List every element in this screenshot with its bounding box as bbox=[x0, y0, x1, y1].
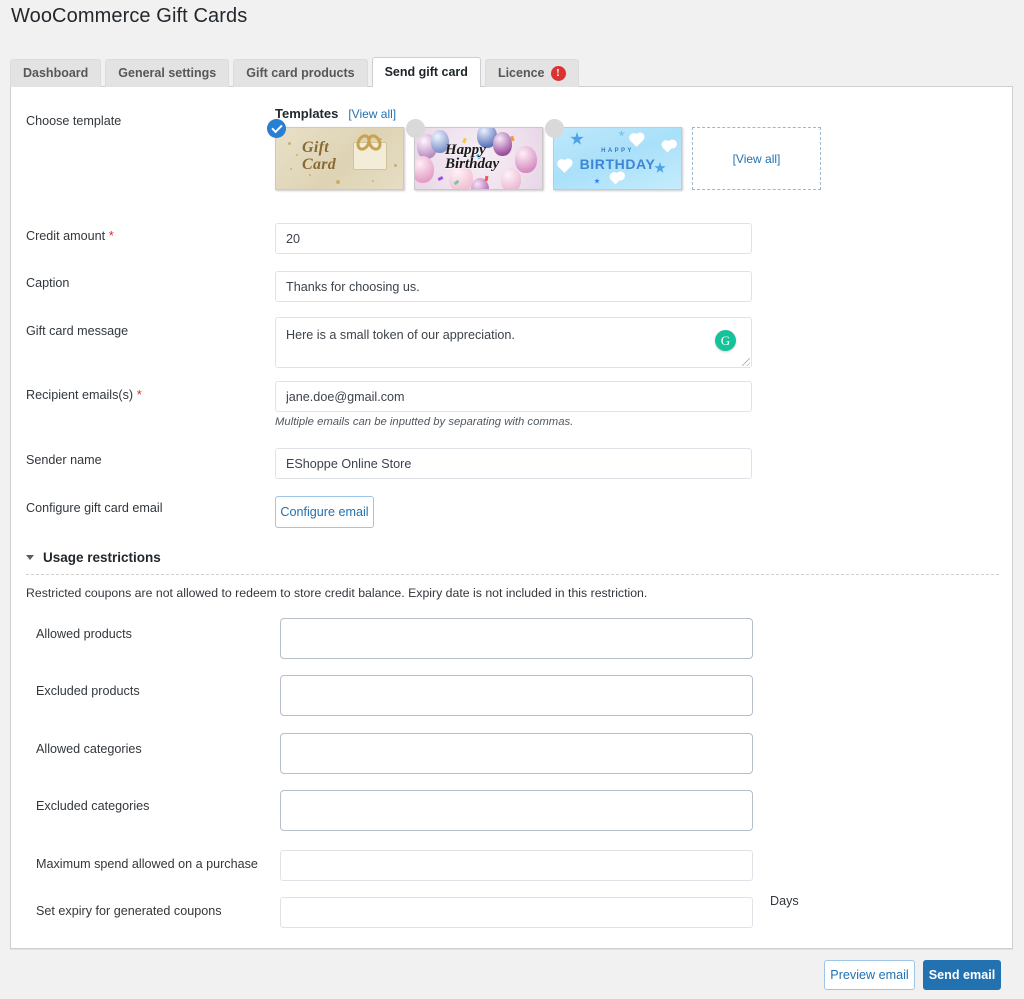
page-title: WooCommerce Gift Cards bbox=[11, 5, 248, 27]
heart-icon bbox=[610, 174, 621, 185]
send-email-button[interactable]: Send email bbox=[923, 960, 1001, 990]
template-thumbnail: Happy Birthday bbox=[415, 128, 542, 189]
tab-bar: Dashboard General settings Gift card pro… bbox=[10, 57, 579, 87]
preview-email-button[interactable]: Preview email bbox=[824, 960, 915, 990]
heart-icon bbox=[630, 134, 643, 147]
template-title-small: HAPPY bbox=[601, 148, 634, 154]
template-title-large: BIRTHDAY bbox=[579, 156, 656, 172]
allowed-categories-input[interactable] bbox=[280, 733, 753, 774]
template-view-all-box[interactable]: [View all] bbox=[692, 127, 821, 190]
templates-view-all-link[interactable]: [View all] bbox=[348, 107, 396, 121]
caption-label: Caption bbox=[26, 276, 70, 290]
resize-handle[interactable] bbox=[742, 358, 750, 366]
template-thumbnail: Gift Card bbox=[276, 128, 403, 189]
templates-heading: Templates bbox=[275, 106, 339, 121]
gift-card-message-textarea[interactable]: Here is a small token of our appreciatio… bbox=[275, 317, 752, 368]
set-expiry-input[interactable] bbox=[280, 897, 753, 928]
required-marker: * bbox=[133, 387, 142, 402]
credit-amount-label: Credit amount * bbox=[26, 227, 114, 246]
excluded-categories-label: Excluded categories bbox=[36, 799, 150, 813]
label-text: Credit amount bbox=[26, 229, 106, 243]
recipient-emails-input[interactable] bbox=[275, 381, 752, 412]
gift-box-icon bbox=[353, 142, 387, 170]
tab-label: General settings bbox=[118, 66, 217, 81]
template-title: Happy Birthday bbox=[445, 142, 500, 173]
recipient-emails-hint: Multiple emails can be inputted by separ… bbox=[275, 416, 574, 428]
tab-licence[interactable]: Licence ! bbox=[484, 59, 579, 87]
usage-restrictions-header[interactable]: Usage restrictions bbox=[26, 550, 161, 565]
chevron-down-icon[interactable] bbox=[26, 555, 34, 560]
template-option-happy-birthday-blue[interactable]: HAPPY BIRTHDAY bbox=[545, 119, 682, 190]
template-option-happy-birthday-balloons[interactable]: Happy Birthday bbox=[406, 119, 543, 190]
unselected-circle-icon bbox=[545, 119, 564, 138]
alert-icon: ! bbox=[550, 66, 566, 81]
set-expiry-label: Set expiry for generated coupons bbox=[36, 904, 222, 918]
configure-email-button[interactable]: Configure email bbox=[275, 496, 374, 528]
tab-send-gift-card[interactable]: Send gift card bbox=[371, 57, 481, 87]
tab-general-settings[interactable]: General settings bbox=[105, 59, 230, 87]
footer-bar: Preview email Send email bbox=[10, 949, 1013, 999]
template-option-gift-card-beige[interactable]: Gift Card bbox=[267, 119, 404, 190]
allowed-products-label: Allowed products bbox=[36, 627, 132, 641]
tab-label: Send gift card bbox=[384, 65, 468, 80]
caption-input[interactable] bbox=[275, 271, 752, 302]
gift-card-message-label: Gift card message bbox=[26, 324, 129, 338]
view-all-label: [View all] bbox=[732, 151, 781, 166]
usage-restrictions-note: Restricted coupons are not allowed to re… bbox=[26, 586, 648, 600]
allowed-categories-label: Allowed categories bbox=[36, 742, 142, 756]
admin-page: WooCommerce Gift Cards Dashboard General… bbox=[0, 0, 1024, 999]
section-divider bbox=[26, 574, 999, 575]
excluded-categories-input[interactable] bbox=[280, 790, 753, 831]
configure-email-label: Configure gift card email bbox=[26, 501, 163, 515]
template-thumbnail: HAPPY BIRTHDAY bbox=[554, 128, 681, 189]
tab-label: Dashboard bbox=[23, 66, 89, 81]
tab-label: Gift card products bbox=[246, 66, 355, 81]
expiry-days-suffix: Days bbox=[770, 894, 799, 908]
tab-label: Licence bbox=[497, 66, 545, 81]
template-title-line1: Gift bbox=[302, 139, 329, 156]
maximum-spend-label: Maximum spend allowed on a purchase bbox=[36, 857, 258, 871]
label-text: Recipient emails(s) bbox=[26, 388, 134, 402]
credit-amount-input[interactable] bbox=[275, 223, 752, 254]
unselected-circle-icon bbox=[406, 119, 425, 138]
required-marker: * bbox=[105, 228, 114, 243]
template-strip: Gift Card Happy Birthday HAPPY BIRTHDAY … bbox=[267, 119, 821, 190]
recipient-emails-label: Recipient emails(s) * bbox=[26, 386, 142, 405]
grammarly-icon[interactable]: G bbox=[715, 330, 736, 351]
tab-dashboard[interactable]: Dashboard bbox=[10, 59, 102, 87]
choose-template-label: Choose template bbox=[26, 114, 122, 128]
excluded-products-label: Excluded products bbox=[36, 684, 140, 698]
tab-gift-card-products[interactable]: Gift card products bbox=[233, 59, 368, 87]
templates-header: Templates [View all] bbox=[275, 106, 396, 121]
usage-restrictions-title: Usage restrictions bbox=[43, 550, 161, 565]
content-panel: Choose template Templates [View all] Gif… bbox=[10, 86, 1013, 949]
sender-name-input[interactable] bbox=[275, 448, 752, 479]
allowed-products-input[interactable] bbox=[280, 618, 753, 659]
maximum-spend-input[interactable] bbox=[280, 850, 753, 881]
template-title-line2: Card bbox=[302, 155, 337, 173]
excluded-products-input[interactable] bbox=[280, 675, 753, 716]
sender-name-label: Sender name bbox=[26, 453, 102, 467]
check-icon bbox=[267, 119, 286, 138]
